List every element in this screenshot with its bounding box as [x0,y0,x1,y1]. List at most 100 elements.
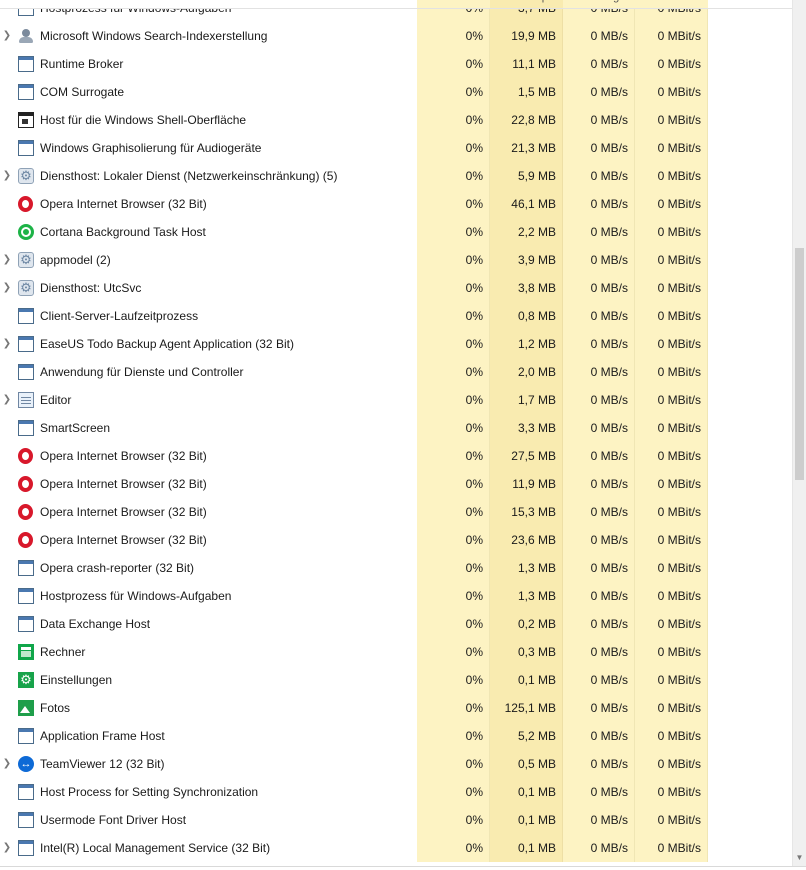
process-icon-wrapper [18,840,34,856]
memory-value: 0,1 MB [490,834,563,862]
table-row[interactable]: Fotos 0% 125,1 MB 0 MB/s 0 MBit/s [0,694,792,722]
process-icon-wrapper [18,672,34,688]
table-row[interactable]: Anwendung für Dienste und Controller 0% 2,… [0,358,792,386]
memory-value: 1,3 MB [490,582,563,610]
expand-chevron-icon[interactable]: ❯ [0,22,14,50]
expand-chevron-icon[interactable]: ❯ [0,386,14,414]
disk-value: 0 MB/s [563,330,635,358]
table-row[interactable]: ❯ EaseUS Todo Backup Agent Application (3… [0,330,792,358]
network-value: 0 MBit/s [635,302,708,330]
process-icon-wrapper [18,168,34,184]
window-icon [18,364,34,380]
network-value: 0 MBit/s [635,50,708,78]
expand-chevron-icon[interactable]: ❯ [0,834,14,862]
expand-chevron-icon[interactable]: ❯ [0,750,14,778]
process-table-header: Name CPU Arbeitssp... Datenträger Netzwe… [0,0,792,9]
expand-chevron-icon[interactable]: ❯ [0,330,14,358]
expand-chevron-icon[interactable]: ❯ [0,274,14,302]
scroll-down-arrow-icon[interactable]: ▼ [793,852,806,864]
cpu-value: 0% [417,78,490,106]
process-name: Client-Server-Laufzeitprozess [40,309,199,323]
network-value: 0 MBit/s [635,610,708,638]
table-row[interactable]: ❯ Diensthost: UtcSvc 0%3,8 MB0 MB/s0 MBit/… [0,274,792,302]
table-row[interactable]: Cortana Background Task Host 0% 2,2 MB 0 MB… [0,218,792,246]
column-header-disk[interactable]: Datenträger [563,0,635,8]
process-icon-wrapper [18,336,34,352]
table-row[interactable]: Runtime Broker 0% 11,1 MB 0 MB/s 0 MBit/s [0,50,792,78]
table-row[interactable]: Usermode Font Driver Host 0% 0,1 MB 0 MB/s 0… [0,806,792,834]
table-row[interactable]: Rechner 0% 0,3 MB 0 MB/s 0 MBit/s [0,638,792,666]
column-header-memory[interactable]: Arbeitssp... [490,0,563,8]
vertical-scrollbar[interactable]: ▼ [792,0,806,866]
window-icon [18,308,34,324]
table-row[interactable]: ❯ TeamViewer 12 (32 Bit) 0%0,5 MB0 MB/s0 M… [0,750,792,778]
table-row[interactable]: Opera Internet Browser (32 Bit) 0% 23,6 MB… [0,526,792,554]
process-name: Opera crash-reporter (32 Bit) [40,561,195,575]
process-name: Anwendung für Dienste und Controller [40,365,244,379]
table-row[interactable]: ❯ Intel(R) Local Management Service (32 B… [0,834,792,862]
process-name: Hostprozess für Windows-Aufgaben [40,589,232,603]
cpu-value: 0% [417,834,490,862]
column-header-network[interactable]: Netzwerk [635,0,708,8]
table-row[interactable]: Hostprozess für Windows-Aufgaben 0% 1,3 MB… [0,582,792,610]
process-name: Runtime Broker [40,57,124,71]
window-icon [18,728,34,744]
network-value: 0 MBit/s [635,442,708,470]
network-value: 0 MBit/s [635,274,708,302]
table-row[interactable]: ❯ Editor 0% 1,7 MB 0 MB/s 0 MBit/s [0,386,792,414]
process-icon-wrapper [18,308,34,324]
cpu-value: 0% [417,134,490,162]
disk-value: 0 MB/s [563,50,635,78]
window-icon [18,812,34,828]
table-row[interactable]: Host Process for Setting Synchronization… [0,778,792,806]
cpu-value: 0% [417,358,490,386]
disk-value: 0 MB/s [563,526,635,554]
table-row[interactable]: Opera Internet Browser (32 Bit) 0% 15,3 MB… [0,498,792,526]
cpu-value: 0% [417,722,490,750]
memory-value: 21,3 MB [490,134,563,162]
memory-value: 5,9 MB [490,162,563,190]
window-icon [18,84,34,100]
photos-icon [18,700,34,716]
table-row[interactable]: Windows Graphisolierung für Audiogeräte 0… [0,134,792,162]
expand-chevron-icon[interactable]: ❯ [0,162,14,190]
table-row[interactable]: Client-Server-Laufzeitprozess 0% 0,8 MB 0 M… [0,302,792,330]
cpu-value: 0% [417,638,490,666]
table-row[interactable]: Opera Internet Browser (32 Bit) 0% 46,1 MB… [0,190,792,218]
table-row[interactable]: Opera crash-reporter (32 Bit) 0% 1,3 MB 0 M… [0,554,792,582]
gear-icon [18,280,34,296]
process-name: EaseUS Todo Backup Agent Application (32… [40,337,294,351]
process-icon-wrapper [18,280,34,296]
process-icon-wrapper [18,420,34,436]
table-row[interactable]: Opera Internet Browser (32 Bit) 0% 27,5 MB… [0,442,792,470]
opera-icon [18,504,33,520]
process-icon-wrapper [18,560,34,576]
expand-placeholder [0,610,14,638]
network-value: 0 MBit/s [635,638,708,666]
column-header-cpu[interactable]: CPU [417,0,490,8]
table-row[interactable]: COM Surrogate 0% 1,5 MB 0 MB/s 0 MBit/s [0,78,792,106]
table-row[interactable]: ❯ Microsoft Windows Search-Indexerstellun… [0,22,792,50]
memory-value: 1,2 MB [490,330,563,358]
process-icon-wrapper [18,252,34,268]
table-row[interactable]: ❯ appmodel (2) 0%3,9 MB0 MB/s0 MBit/s [0,246,792,274]
table-row[interactable]: Application Frame Host 0% 5,2 MB 0 MB/s 0 MB… [0,722,792,750]
gear-icon [18,252,34,268]
memory-value: 5,2 MB [490,722,563,750]
process-icon-wrapper [18,448,34,464]
table-row[interactable]: Host für die Windows Shell-Oberfläche 0% 2… [0,106,792,134]
cpu-value: 0% [417,246,490,274]
disk-value: 0 MB/s [563,302,635,330]
table-row[interactable]: ❯ Diensthost: Lokaler Dienst (Netzwerkein… [0,162,792,190]
table-row[interactable]: Opera Internet Browser (32 Bit) 0% 11,9 MB… [0,470,792,498]
scrollbar-thumb[interactable] [795,248,804,480]
expand-placeholder [0,78,14,106]
table-row[interactable]: Einstellungen 0%0,1 MB0 MB/s0 MBit/s [0,666,792,694]
process-name: Opera Internet Browser (32 Bit) [40,449,207,463]
disk-value: 0 MB/s [563,386,635,414]
table-row[interactable]: SmartScreen 0% 3,3 MB 0 MB/s 0 MBit/s [0,414,792,442]
expand-chevron-icon[interactable]: ❯ [0,246,14,274]
table-row[interactable]: Data Exchange Host 0% 0,2 MB 0 MB/s 0 MBit/s [0,610,792,638]
column-header-name[interactable]: Name [0,0,412,8]
disk-value: 0 MB/s [563,638,635,666]
